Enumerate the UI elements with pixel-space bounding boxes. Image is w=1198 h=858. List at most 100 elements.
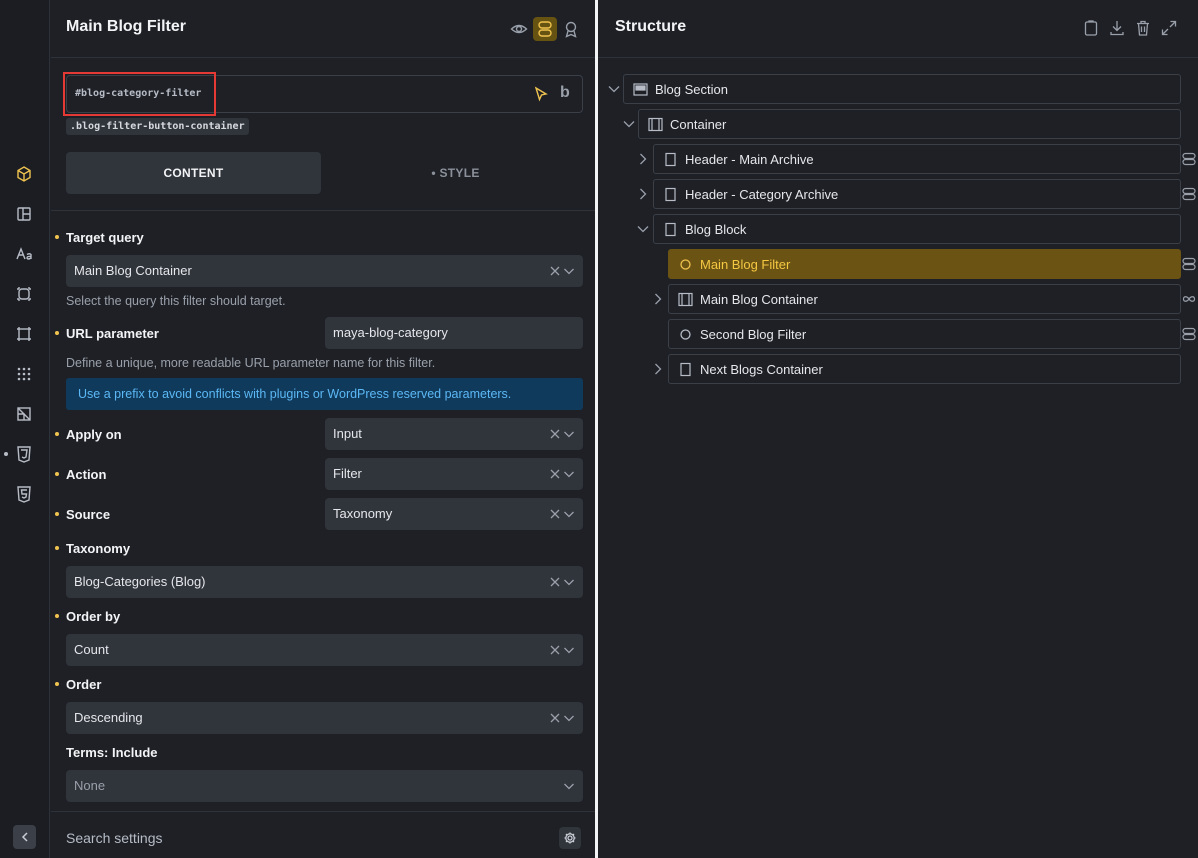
chevron-down-icon[interactable]: [636, 222, 650, 236]
tree-node-main-blog-container[interactable]: Main Blog Container: [668, 284, 1181, 314]
container-icon: [678, 292, 693, 307]
tree-node-label: Blog Block: [685, 222, 747, 237]
chevron-down-icon[interactable]: [562, 507, 576, 521]
download-icon[interactable]: [1108, 19, 1126, 37]
query-loop-icon: [1182, 257, 1196, 271]
chevron-down-icon[interactable]: [562, 643, 576, 657]
tree-node-container[interactable]: Container: [638, 109, 1181, 139]
target-query-label: Target query: [66, 230, 144, 245]
chevron-down-icon[interactable]: [562, 711, 576, 725]
search-settings-input[interactable]: Search settings: [66, 830, 163, 846]
target-query-value: Main Blog Container: [74, 263, 192, 278]
chevron-down-icon[interactable]: [562, 264, 576, 278]
element-icon[interactable]: [14, 284, 34, 304]
tree-node-header-category-archive[interactable]: Header - Category Archive: [653, 179, 1181, 209]
frame-icon[interactable]: [14, 324, 34, 344]
order-by-select[interactable]: Count: [66, 634, 583, 666]
gear-icon[interactable]: [559, 827, 581, 849]
action-label: Action: [66, 467, 107, 482]
clear-icon[interactable]: [548, 575, 562, 589]
chevron-right-icon[interactable]: [651, 362, 665, 376]
required-dot: [55, 512, 59, 516]
css3-icon[interactable]: [14, 444, 34, 464]
block-icon: [663, 222, 678, 237]
clipboard-icon[interactable]: [1082, 19, 1100, 37]
layout-icon[interactable]: [14, 204, 34, 224]
html5-icon[interactable]: [14, 484, 34, 504]
clear-icon[interactable]: [548, 427, 562, 441]
terms-include-value: None: [74, 778, 106, 793]
css-selector-field[interactable]: #blog-category-filter b: [63, 72, 583, 116]
chevron-down-icon[interactable]: [607, 82, 621, 96]
eye-icon[interactable]: [507, 17, 531, 41]
filter-circle-icon: [678, 327, 693, 342]
clear-icon[interactable]: [548, 467, 562, 481]
apply-on-label: Apply on: [66, 427, 122, 442]
element-id: #blog-category-filter: [75, 88, 202, 99]
chevron-down-icon[interactable]: [622, 117, 636, 131]
tree-node-next-blogs-container[interactable]: Next Blogs Container: [668, 354, 1181, 384]
tab-style[interactable]: • STYLE: [328, 152, 583, 194]
chevron-right-icon[interactable]: [636, 152, 650, 166]
order-value: Descending: [74, 710, 143, 725]
icon-rail: [0, 0, 50, 858]
typography-icon[interactable]: [14, 244, 34, 264]
required-dot: [55, 432, 59, 436]
bold-b-icon[interactable]: b: [560, 84, 570, 102]
tree-node-label: Next Blogs Container: [700, 362, 823, 377]
chevron-down-icon[interactable]: [562, 779, 576, 793]
clear-icon[interactable]: [548, 264, 562, 278]
action-value: Filter: [333, 466, 362, 481]
terms-include-label: Terms: Include: [66, 745, 158, 760]
clear-icon[interactable]: [548, 507, 562, 521]
class-chip[interactable]: .blog-filter-button-container: [66, 118, 249, 135]
structure-panel: Structure Blog Section Container Header …: [598, 0, 1198, 858]
loop-infinity-icon: [1182, 292, 1196, 306]
cursor-pick-icon[interactable]: [533, 86, 549, 102]
order-by-value: Count: [74, 642, 109, 657]
chevron-right-icon[interactable]: [651, 292, 665, 306]
action-select[interactable]: Filter: [325, 458, 583, 490]
clear-icon[interactable]: [548, 643, 562, 657]
wireframe-icon[interactable]: [14, 404, 34, 424]
settings-header: Main Blog Filter: [51, 0, 595, 58]
tab-content[interactable]: CONTENT: [66, 152, 321, 194]
taxonomy-select[interactable]: Blog-Categories (Blog): [66, 566, 583, 598]
tree-node-header-main-archive[interactable]: Header - Main Archive: [653, 144, 1181, 174]
source-select[interactable]: Taxonomy: [325, 498, 583, 530]
source-label: Source: [66, 507, 111, 522]
url-parameter-label: URL parameter: [66, 326, 159, 341]
order-by-label: Order by: [66, 609, 121, 624]
tree-node-main-blog-filter[interactable]: Main Blog Filter: [668, 249, 1181, 279]
grid-icon[interactable]: [14, 364, 34, 384]
cube-icon[interactable]: [14, 164, 34, 184]
tree-node-second-blog-filter[interactable]: Second Blog Filter: [668, 319, 1181, 349]
expand-icon[interactable]: [1160, 19, 1178, 37]
search-settings-bar[interactable]: Search settings: [51, 811, 595, 858]
chevron-right-icon[interactable]: [636, 187, 650, 201]
award-icon[interactable]: [559, 17, 583, 41]
query-loop-icon: [1182, 152, 1196, 166]
order-select[interactable]: Descending: [66, 702, 583, 734]
trash-icon[interactable]: [1134, 19, 1152, 37]
chevron-down-icon[interactable]: [562, 575, 576, 589]
chevron-down-icon[interactable]: [562, 467, 576, 481]
block-icon: [663, 152, 678, 167]
tree-node-blog-section[interactable]: Blog Section: [623, 74, 1181, 104]
chevron-down-icon[interactable]: [562, 427, 576, 441]
target-query-help: Select the query this filter should targ…: [66, 294, 286, 308]
clear-icon[interactable]: [548, 711, 562, 725]
terms-include-select[interactable]: None: [66, 770, 583, 802]
apply-on-select[interactable]: Input: [325, 418, 583, 450]
required-dot: [55, 546, 59, 550]
tree-node-blog-block[interactable]: Blog Block: [653, 214, 1181, 244]
divider: [51, 210, 595, 211]
target-query-select[interactable]: Main Blog Container: [66, 255, 583, 287]
required-dot: [55, 235, 59, 239]
order-label: Order: [66, 677, 102, 692]
toggle-icon[interactable]: [533, 17, 557, 41]
tree-node-label: Header - Main Archive: [685, 152, 814, 167]
url-parameter-input[interactable]: maya-blog-category: [325, 317, 583, 349]
required-dot: [55, 682, 59, 686]
collapse-sidebar-button[interactable]: [13, 825, 36, 849]
